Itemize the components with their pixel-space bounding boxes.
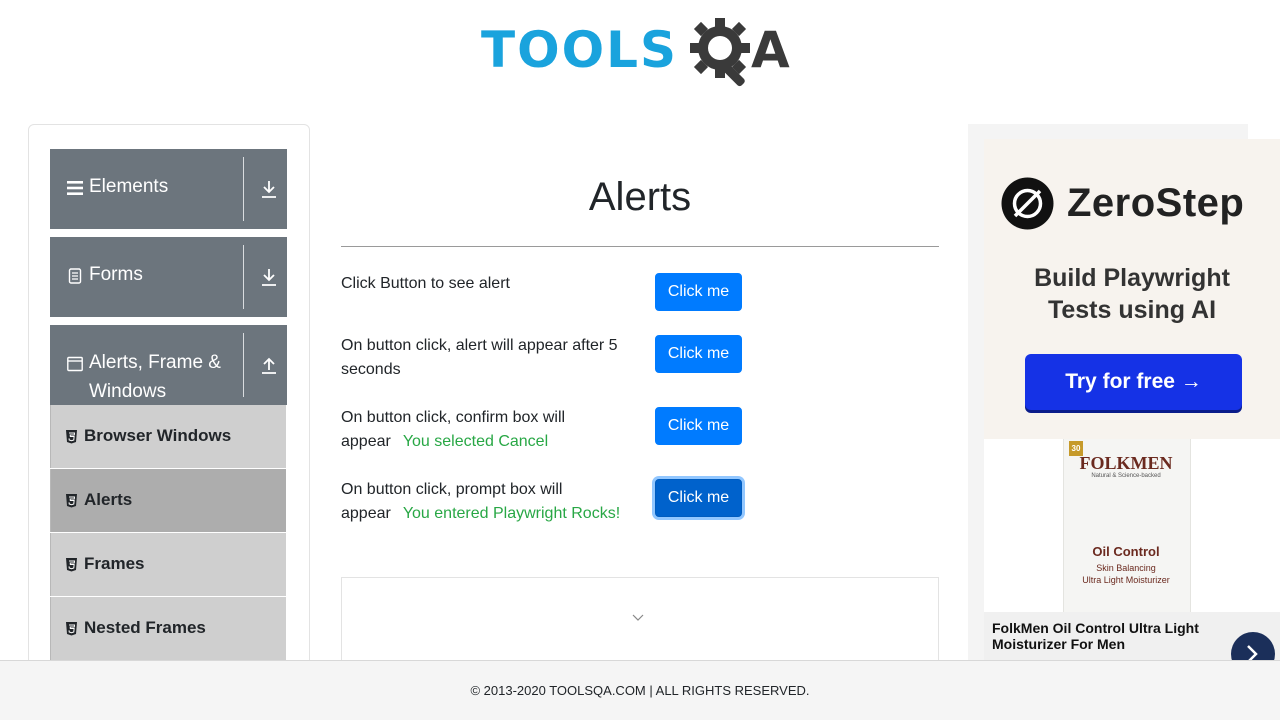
product-sub-line1: Skin Balancing xyxy=(1096,563,1156,573)
sidebar-item-label: Alerts xyxy=(84,490,133,509)
html5-icon xyxy=(66,622,77,636)
prompt-button[interactable]: Click me xyxy=(655,479,742,517)
window-icon xyxy=(67,356,83,372)
divider xyxy=(243,245,244,309)
document-icon xyxy=(68,268,82,284)
confirm-button[interactable]: Click me xyxy=(655,407,742,445)
ad-caption[interactable]: FolkMen Oil Control Ultra Light Moisturi… xyxy=(992,620,1222,652)
product-sub-line2: Ultra Light Moisturizer xyxy=(1082,575,1170,585)
row-text: On button click, alert will appear after… xyxy=(341,337,618,354)
footer: © 2013-2020 TOOLSQA.COM | ALL RIGHTS RES… xyxy=(0,660,1280,720)
product-brand: FOLKMEN xyxy=(1079,453,1173,473)
ad-tagline: Build Playwright Tests using AI xyxy=(984,262,1280,326)
row-text-line2: appear xyxy=(341,505,391,522)
download-icon xyxy=(262,269,276,286)
row-text-line2: seconds xyxy=(341,361,401,378)
gear-magnifier-icon xyxy=(690,18,750,87)
sidebar-group-label: Alerts, Frame & xyxy=(89,352,221,373)
sidebar-group-label: Elements xyxy=(89,176,169,197)
row-text: On button click, confirm box will xyxy=(341,409,566,426)
ad-tagline-line2: Tests using AI xyxy=(1047,296,1217,324)
row-text: On button click, prompt box will xyxy=(341,481,563,498)
prompt-row-label: On button click, prompt box will appear Y… xyxy=(341,478,641,526)
product-name: Oil Control xyxy=(1092,544,1160,559)
sidebar-item-browser-windows[interactable]: Browser Windows xyxy=(50,405,286,468)
sidebar-group-elements[interactable]: Elements xyxy=(50,149,287,229)
divider xyxy=(341,246,939,247)
chevron-down-icon[interactable] xyxy=(631,612,645,622)
confirm-row-label: On button click, confirm box will appear… xyxy=(341,406,631,454)
divider xyxy=(243,333,244,397)
ad-container xyxy=(341,577,939,667)
sidebar-item-nested-frames[interactable]: Nested Frames xyxy=(50,597,286,660)
timer-alert-row-label: On button click, alert will appear after… xyxy=(341,334,631,382)
html5-icon xyxy=(66,558,77,572)
divider xyxy=(243,157,244,221)
ad-cta-button[interactable]: Try for free → xyxy=(1025,354,1242,410)
sidebar-item-label: Frames xyxy=(84,554,145,573)
sidebar-item-frames[interactable]: Frames xyxy=(50,533,286,596)
toolsqa-logo[interactable]: TOOLS A xyxy=(481,14,805,92)
product-brand-sub: Natural & Science-backed xyxy=(1091,473,1161,479)
product-subtitle: Skin Balancing Ultra Light Moisturizer xyxy=(1063,562,1189,586)
prompt-result: You entered Playwright Rocks! xyxy=(402,505,621,522)
ad-tagline-line1: Build Playwright xyxy=(1034,264,1230,292)
zerostep-logo-icon xyxy=(1001,177,1054,230)
html5-icon xyxy=(66,494,77,508)
sidebar-group-label: Forms xyxy=(89,264,143,285)
sidebar-item-label: Browser Windows xyxy=(84,426,232,445)
footer-text: © 2013-2020 TOOLSQA.COM | ALL RIGHTS RES… xyxy=(470,683,810,698)
sidebar-item-label: Nested Frames xyxy=(84,618,206,637)
download-icon xyxy=(262,181,276,198)
alert-row-label: Click Button to see alert xyxy=(341,272,631,296)
upload-icon xyxy=(262,357,276,374)
row-text-line2: appear xyxy=(341,433,391,450)
sidebar-group-label-line2: Windows xyxy=(89,381,167,402)
logo-text: TOOLS xyxy=(481,21,678,79)
html5-icon xyxy=(66,430,77,444)
sidebar-group-alerts-frame-windows[interactable]: Alerts, Frame & Windows xyxy=(50,325,287,405)
logo-suffix: A xyxy=(751,21,790,79)
alert-button[interactable]: Click me xyxy=(655,273,742,311)
hamburger-icon xyxy=(67,181,83,195)
sidebar-group-forms[interactable]: Forms xyxy=(50,237,287,317)
ad-brand: ZeroStep xyxy=(1067,181,1245,225)
row-text: Click Button to see alert xyxy=(341,275,510,292)
confirm-result: You selected Cancel xyxy=(402,433,549,450)
timer-alert-button[interactable]: Click me xyxy=(655,335,742,373)
sidebar-item-alerts[interactable]: Alerts xyxy=(50,469,286,532)
page-title: Alerts xyxy=(588,175,692,219)
